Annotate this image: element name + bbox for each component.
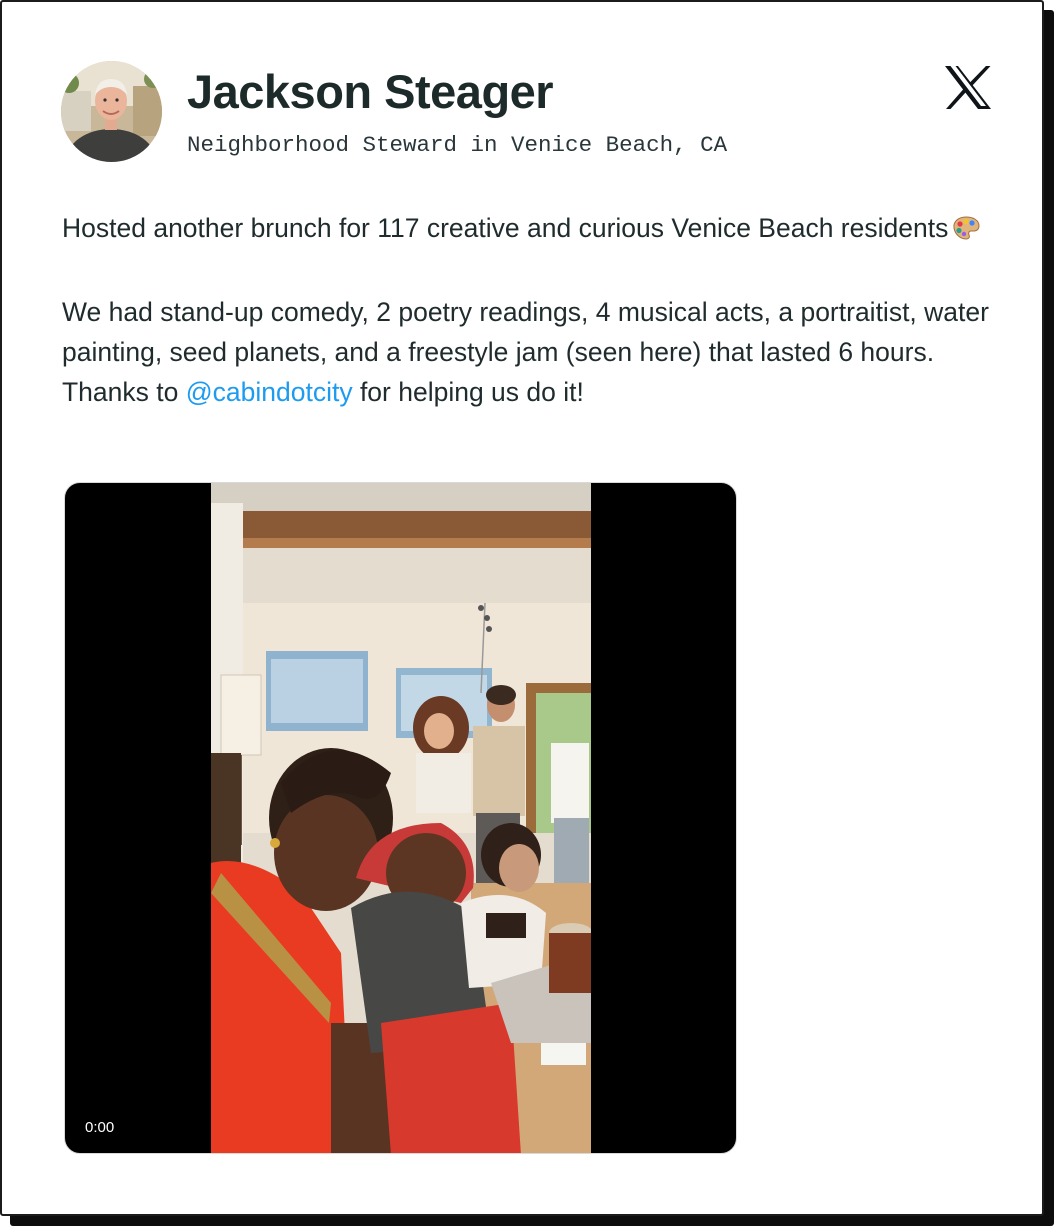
video-frame [211,483,591,1153]
post-text: Hosted another brunch for 117 creative a… [62,208,1022,412]
x-logo-icon[interactable] [944,65,992,110]
author-subtitle: Neighborhood Steward in Venice Beach, CA [187,132,728,158]
post-paragraph-1-text: Hosted another brunch for 117 creative a… [62,213,949,243]
post-paragraph-2-text-after: for helping us do it! [352,377,584,407]
post-paragraph-2: We had stand-up comedy, 2 poetry reading… [62,292,1022,412]
tweet-card: Jackson Steager Neighborhood Steward in … [0,0,1044,1216]
author-name[interactable]: Jackson Steager [187,64,554,119]
avatar-photo [61,61,162,162]
mention-link[interactable]: @cabindotcity [186,377,353,407]
artist-palette-icon [952,212,980,252]
video-timestamp: 0:00 [85,1119,115,1136]
post-paragraph-1: Hosted another brunch for 117 creative a… [62,208,1022,252]
avatar[interactable] [61,61,162,162]
video-player[interactable]: 0:00 [64,482,737,1154]
